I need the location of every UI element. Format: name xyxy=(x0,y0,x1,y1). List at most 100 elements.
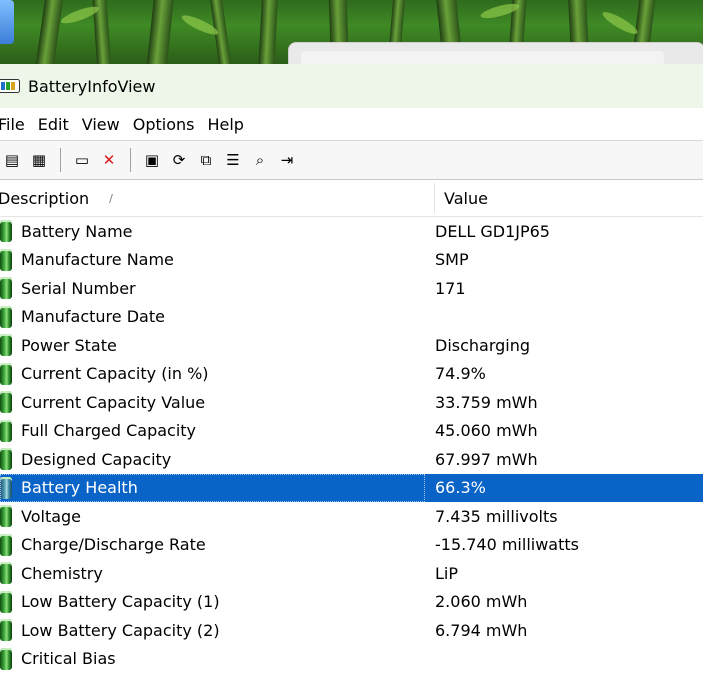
cell-description: Current Capacity (in %) xyxy=(0,360,425,389)
table-row[interactable]: Critical Bias xyxy=(0,645,703,674)
row-description: Battery Health xyxy=(21,478,138,498)
html-report-icon[interactable]: ▦ xyxy=(27,148,51,172)
table-row[interactable]: Chemistry LiP xyxy=(0,559,703,588)
cell-description: Low Battery Capacity (1) xyxy=(0,588,425,617)
column-header-description[interactable]: Description ∕ xyxy=(0,189,434,208)
cell-description: Current Capacity Value xyxy=(0,388,425,417)
cell-description: Chemistry xyxy=(0,559,425,588)
cell-description: Designed Capacity xyxy=(0,445,425,474)
toolbar: ▤ ▦ ▭ ✕ ▣ ⟳ ⧉ ☰ ⌕ ⇥ xyxy=(0,140,703,180)
options-icon[interactable]: ▭ xyxy=(70,148,94,172)
battery-icon xyxy=(0,305,12,328)
battery-info-list: Description ∕ Value Battery Name DELL GD1… xyxy=(0,180,703,673)
table-row[interactable]: Battery Name DELL GD1JP65 xyxy=(0,217,703,246)
desktop-wallpaper xyxy=(0,0,703,64)
table-row[interactable]: Current Capacity Value 33.759 mWh xyxy=(0,388,703,417)
menu-options[interactable]: Options xyxy=(133,115,203,134)
refresh-icon[interactable]: ⟳ xyxy=(167,148,191,172)
toolbar-separator xyxy=(130,148,131,172)
delete-icon[interactable]: ✕ xyxy=(97,148,121,172)
copy-icon[interactable]: ⧉ xyxy=(194,148,218,172)
table-row[interactable]: Current Capacity (in %) 74.9% xyxy=(0,360,703,389)
row-value: DELL GD1JP65 xyxy=(435,221,550,241)
row-value: 67.997 mWh xyxy=(435,449,538,469)
properties-icon[interactable]: ▤ xyxy=(0,148,24,172)
row-description: Designed Capacity xyxy=(21,449,172,469)
battery-icon xyxy=(0,590,12,613)
menu-bar: File Edit View Options Help xyxy=(0,108,703,140)
row-value: LiP xyxy=(435,563,459,583)
table-row[interactable]: Manufacture Date xyxy=(0,303,703,332)
battery-icon xyxy=(0,533,12,556)
row-description: Battery Name xyxy=(21,221,133,241)
save-icon[interactable]: ▣ xyxy=(140,148,164,172)
row-description: Power State xyxy=(21,335,117,355)
battery-icon xyxy=(0,619,12,642)
menu-view[interactable]: View xyxy=(82,115,128,134)
cell-description: Voltage xyxy=(0,502,425,531)
menu-file[interactable]: File xyxy=(0,115,33,134)
toolbar-separator xyxy=(60,148,61,172)
battery-icon xyxy=(0,220,12,243)
battery-icon xyxy=(0,562,12,585)
row-value: 45.060 mWh xyxy=(435,421,538,441)
battery-icon xyxy=(0,647,12,670)
battery-icon xyxy=(0,277,12,300)
row-description: Current Capacity (in %) xyxy=(21,364,209,384)
row-description: Chemistry xyxy=(21,563,103,583)
cell-description: Critical Bias xyxy=(0,645,425,674)
battery-icon xyxy=(0,248,12,271)
table-row[interactable]: Low Battery Capacity (2) 6.794 mWh xyxy=(0,616,703,645)
table-row[interactable]: Voltage 7.435 millivolts xyxy=(0,502,703,531)
app-window: BatteryInfoView File Edit View Options Help … xyxy=(0,64,703,681)
battery-icon xyxy=(0,476,12,499)
cell-description: Low Battery Capacity (2) xyxy=(0,616,425,645)
table-row[interactable]: Full Charged Capacity 45.060 mWh xyxy=(0,417,703,446)
row-description: Manufacture Name xyxy=(21,250,174,270)
menu-edit[interactable]: Edit xyxy=(38,115,77,134)
cell-description: Charge/Discharge Rate xyxy=(0,531,425,560)
window-title: BatteryInfoView xyxy=(28,76,156,96)
table-row[interactable]: Manufacture Name SMP xyxy=(0,246,703,275)
cell-description: Manufacture Name xyxy=(0,246,425,275)
table-row[interactable]: Serial Number 171 xyxy=(0,274,703,303)
list-header: Description ∕ Value xyxy=(0,180,703,217)
row-value: 74.9% xyxy=(435,364,486,384)
row-description: Serial Number xyxy=(21,278,136,298)
cell-description: Manufacture Date xyxy=(0,303,425,332)
table-row[interactable]: Power State Discharging xyxy=(0,331,703,360)
cell-description: Battery Health xyxy=(0,473,425,502)
row-description: Critical Bias xyxy=(21,649,116,669)
cell-description: Power State xyxy=(0,331,425,360)
properties-sheet-icon[interactable]: ☰ xyxy=(221,148,245,172)
table-row[interactable]: Battery Health 66.3% xyxy=(0,473,703,502)
column-header-value[interactable]: Value xyxy=(435,189,488,208)
row-description: Charge/Discharge Rate xyxy=(21,535,206,555)
row-description: Low Battery Capacity (2) xyxy=(21,620,220,640)
menu-help[interactable]: Help xyxy=(207,115,251,134)
background-window[interactable] xyxy=(288,42,703,64)
exit-icon[interactable]: ⇥ xyxy=(275,148,299,172)
title-bar: BatteryInfoView xyxy=(0,64,703,108)
row-value: 66.3% xyxy=(435,478,486,498)
find-icon[interactable]: ⌕ xyxy=(248,148,272,172)
battery-icon xyxy=(0,505,12,528)
battery-icon xyxy=(0,419,12,442)
row-value: 33.759 mWh xyxy=(435,392,538,412)
table-row[interactable]: Designed Capacity 67.997 mWh xyxy=(0,445,703,474)
sort-ascending-icon: ∕ xyxy=(109,191,113,205)
table-row[interactable]: Low Battery Capacity (1) 2.060 mWh xyxy=(0,588,703,617)
row-description: Manufacture Date xyxy=(21,307,165,327)
row-description: Current Capacity Value xyxy=(21,392,206,412)
desktop-shortcut-icon[interactable] xyxy=(0,0,14,44)
cell-description: Serial Number xyxy=(0,274,425,303)
row-description: Low Battery Capacity (1) xyxy=(21,592,220,612)
row-description: Full Charged Capacity xyxy=(21,421,197,441)
row-value: Discharging xyxy=(435,335,531,355)
list-rows: Battery Name DELL GD1JP65 Manufacture Name… xyxy=(0,217,703,673)
cell-description: Full Charged Capacity xyxy=(0,417,425,446)
cell-description: Battery Name xyxy=(0,217,425,246)
battery-icon xyxy=(0,334,12,357)
table-row[interactable]: Charge/Discharge Rate -15.740 milliwatts xyxy=(0,531,703,560)
row-value: 171 xyxy=(435,278,466,298)
